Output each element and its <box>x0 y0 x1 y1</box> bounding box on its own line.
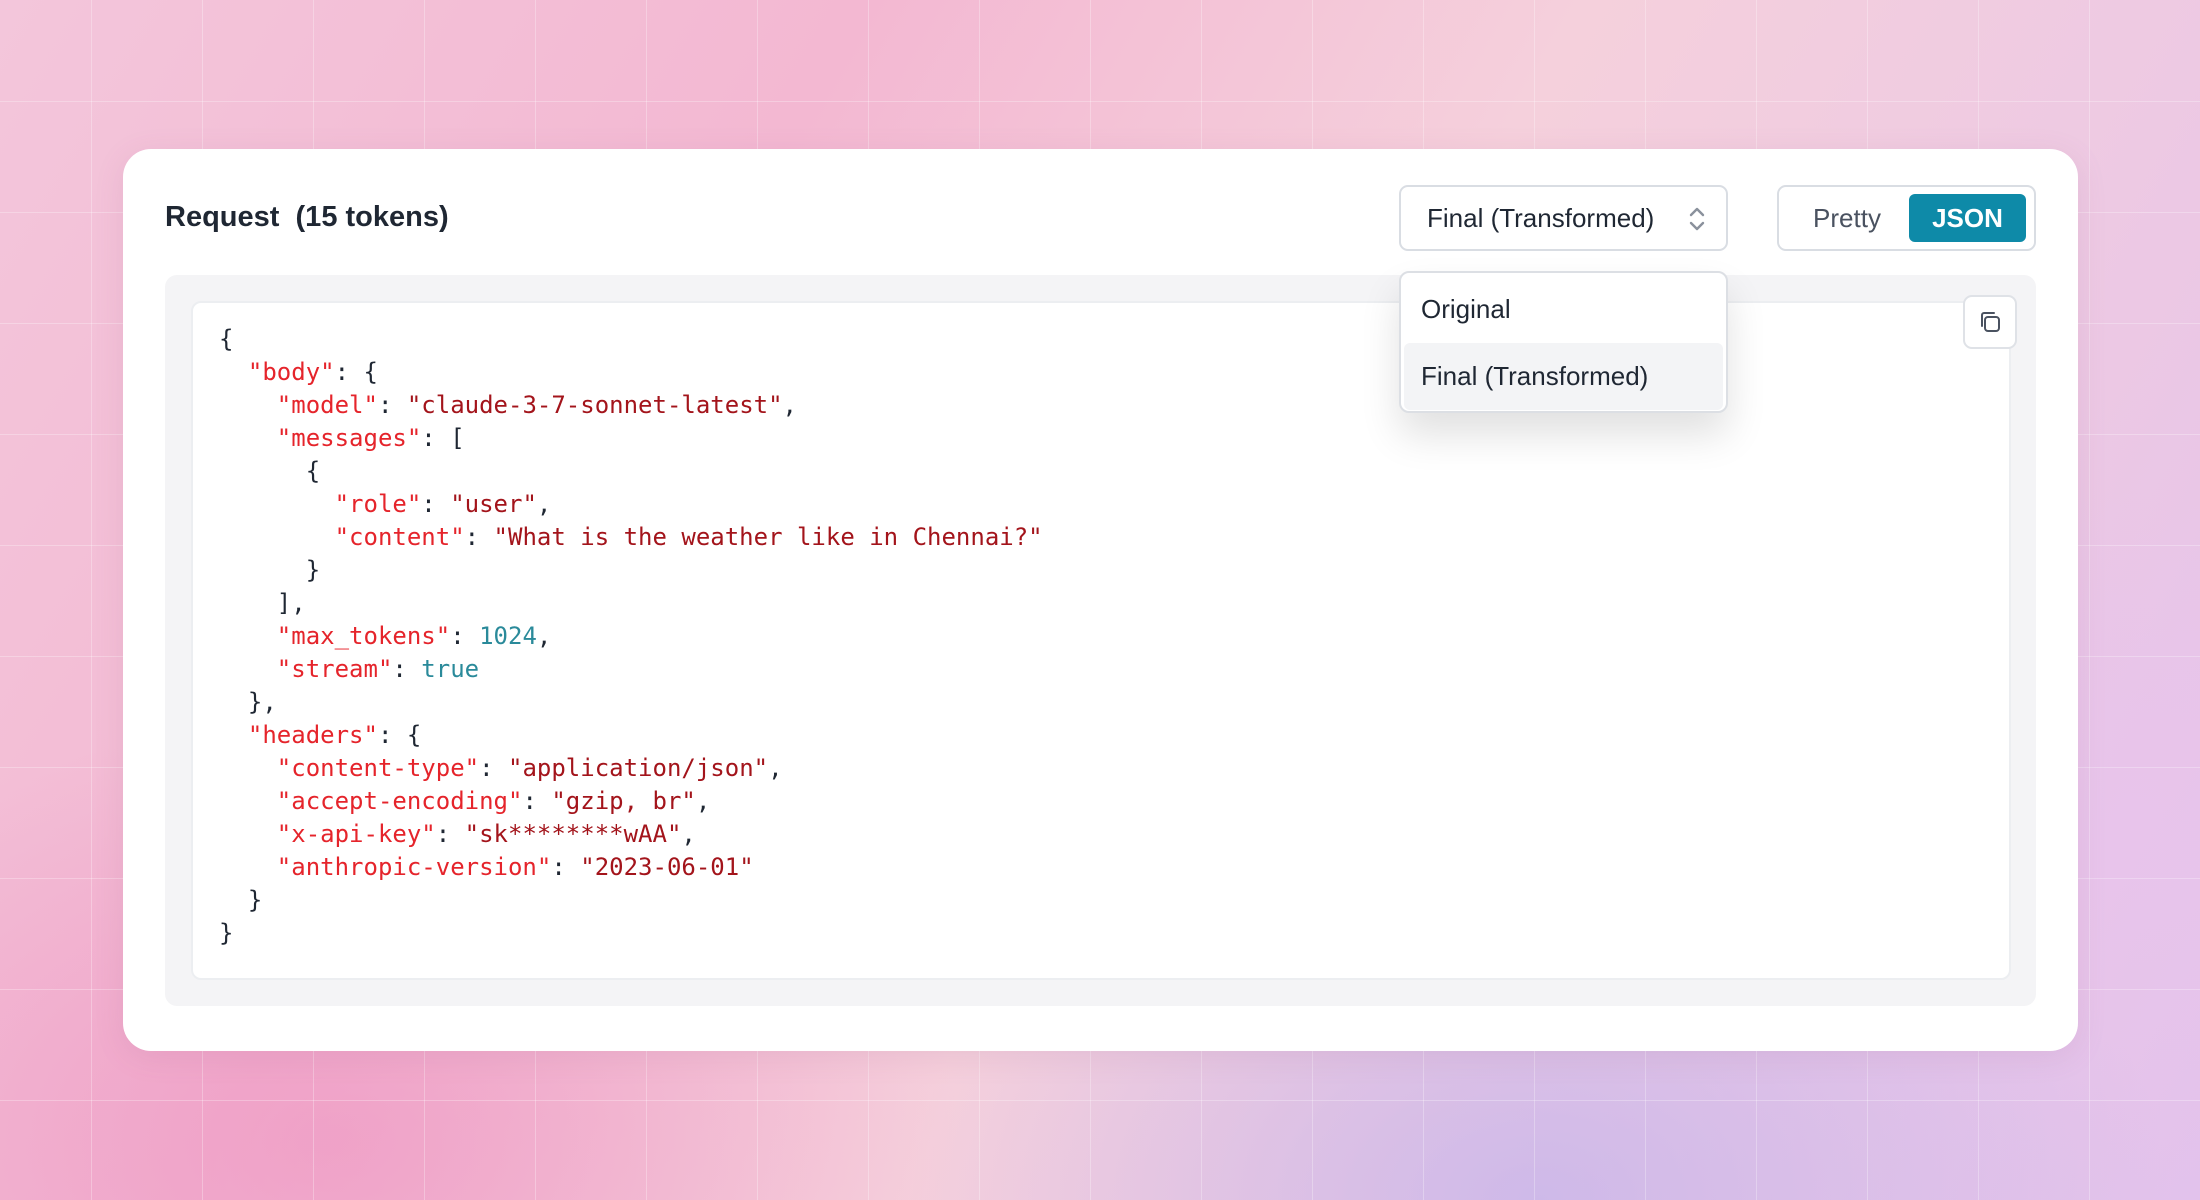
code-container: { "body": { "model": "claude-3-7-sonnet-… <box>165 275 2036 1006</box>
json-key: "model" <box>276 391 378 419</box>
request-panel: Request (15 tokens) Final (Transformed) … <box>123 149 2078 1051</box>
json-key: "role" <box>334 490 422 518</box>
copy-button[interactable] <box>1963 295 2017 349</box>
json-key: "anthropic-version" <box>276 853 552 881</box>
json-key: "messages" <box>276 424 422 452</box>
json-code-block: { "body": { "model": "claude-3-7-sonnet-… <box>219 325 1043 947</box>
code-line: { <box>219 325 234 353</box>
view-select-dropdown: Original Final (Transformed) <box>1399 271 1728 413</box>
format-toggle: Pretty JSON <box>1777 185 2036 251</box>
copy-icon <box>1981 312 2000 332</box>
json-string: "What is the weather like in Chennai?" <box>493 523 1043 551</box>
json-string: "application/json" <box>508 754 769 782</box>
json-key: "content-type" <box>276 754 480 782</box>
json-key: "accept-encoding" <box>276 787 523 815</box>
json-key: "stream" <box>276 655 393 683</box>
json-string: "user" <box>450 490 537 518</box>
json-key: "body" <box>247 358 335 386</box>
view-select[interactable]: Final (Transformed) <box>1399 185 1728 251</box>
chevron-up-down-icon <box>1689 207 1705 231</box>
json-string: "2023-06-01" <box>580 853 754 881</box>
json-key: "headers" <box>247 721 378 749</box>
json-boolean: true <box>421 655 480 683</box>
json-string: "sk********wAA" <box>464 820 682 848</box>
json-toggle-button[interactable]: JSON <box>1909 194 2026 242</box>
json-string: "gzip, br" <box>551 787 696 815</box>
code-viewer[interactable]: { "body": { "model": "claude-3-7-sonnet-… <box>191 295 2017 980</box>
dropdown-option-original[interactable]: Original <box>1404 276 1723 343</box>
json-key: "x-api-key" <box>276 820 436 848</box>
pretty-toggle-button[interactable]: Pretty <box>1785 194 1909 242</box>
json-string: "claude-3-7-sonnet-latest" <box>406 391 783 419</box>
panel-title: Request (15 tokens) <box>165 201 449 233</box>
json-number: 1024 <box>479 622 537 650</box>
dropdown-option-final-transformed[interactable]: Final (Transformed) <box>1404 343 1723 410</box>
json-key: "max_tokens" <box>276 622 451 650</box>
json-key: "content" <box>334 523 465 551</box>
view-select-value: Final (Transformed) <box>1427 202 1655 233</box>
